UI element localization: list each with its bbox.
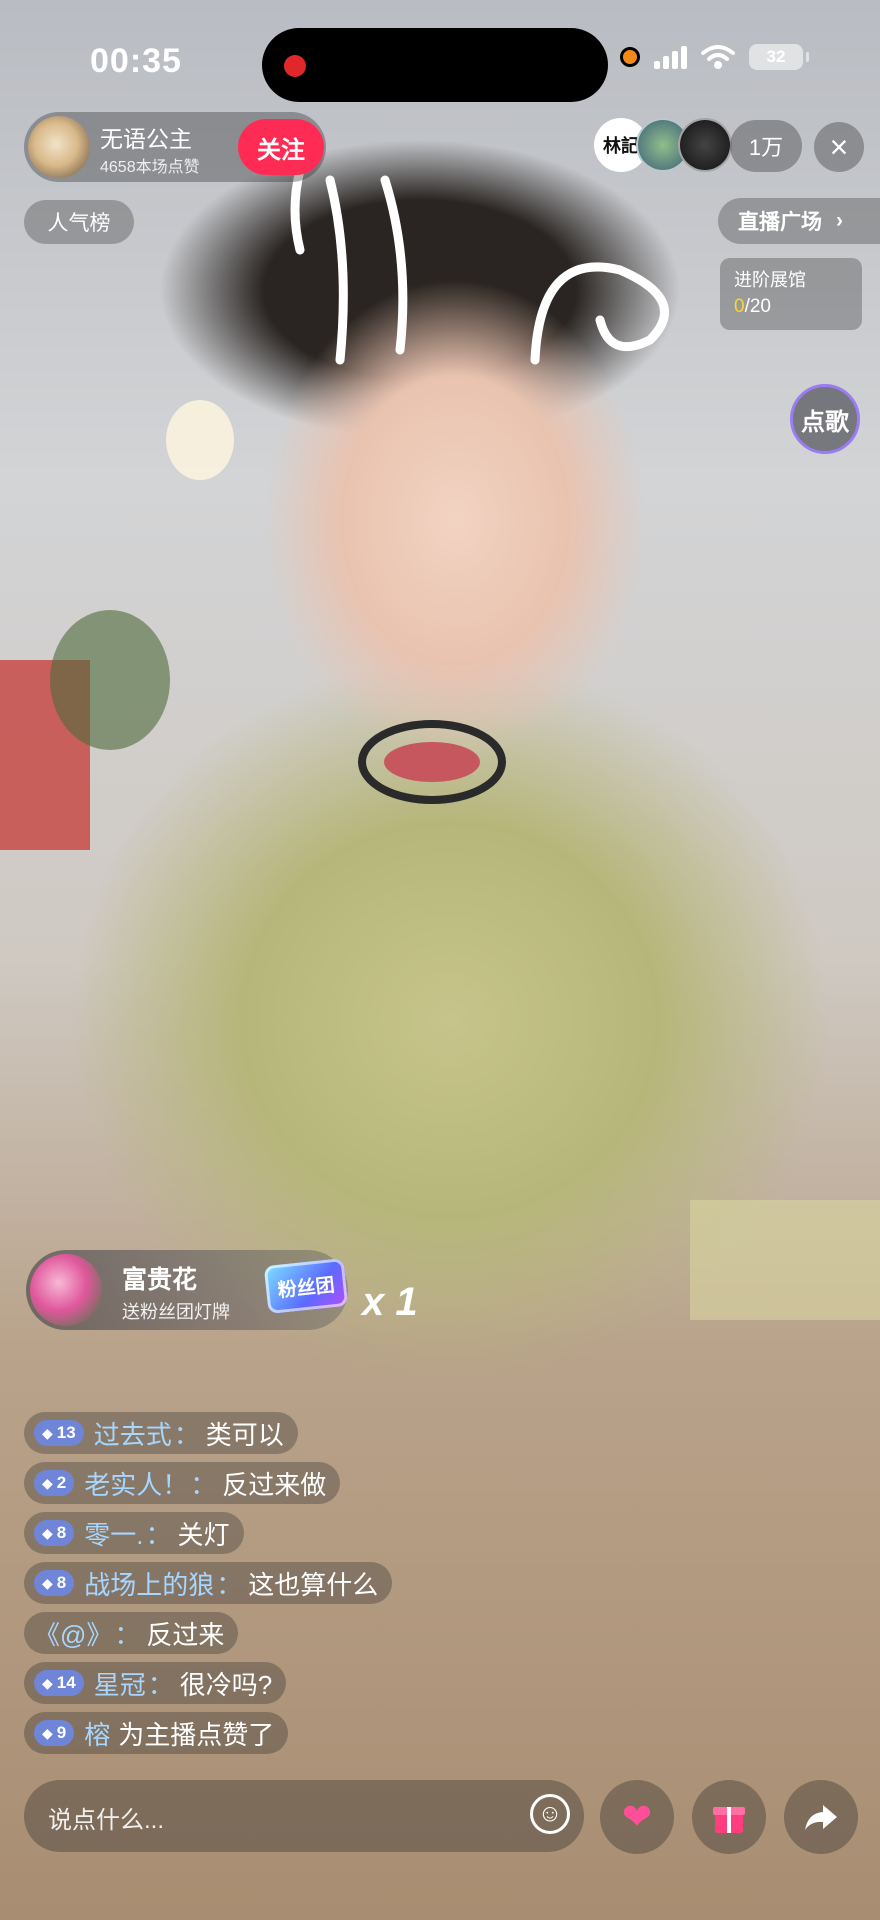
user-level-badge: ◆ 8 <box>34 1570 75 1596</box>
cellular-signal-icon <box>654 45 687 69</box>
diamond-icon: ◆ <box>42 1674 53 1691</box>
follow-button[interactable]: 关注 <box>238 119 324 175</box>
user-level-badge: ◆ 2 <box>34 1470 75 1496</box>
comment-text: 这也算什么 <box>248 1569 379 1600</box>
host-name: 无语公主 <box>100 126 192 152</box>
song-request-button[interactable]: 点歌 <box>790 384 860 454</box>
gallery-current: 0 <box>734 296 745 317</box>
comment-text: 反过来做 <box>222 1469 327 1500</box>
comment-input[interactable]: 说点什么... ☺ <box>24 1780 584 1852</box>
fan-club-badge-icon: 粉丝团 <box>263 1257 349 1315</box>
level-number: 2 <box>56 1473 67 1492</box>
comment-text: 反过来 <box>146 1619 225 1650</box>
advanced-gallery-panel[interactable]: 进阶展馆 0/20 <box>720 258 862 330</box>
close-icon[interactable]: × <box>814 122 864 172</box>
gallery-title: 进阶展馆 <box>734 270 806 290</box>
status-time: 00:35 <box>90 42 182 80</box>
comment-text: 很冷吗? <box>179 1669 273 1700</box>
comment-user[interactable]: 星冠 <box>94 1665 146 1702</box>
comment-text: 关灯 <box>177 1519 230 1550</box>
gift-sender-avatar <box>30 1254 102 1326</box>
interaction-button[interactable]: ❤ <box>600 1780 674 1854</box>
comment-separator: ： <box>190 1469 217 1500</box>
heart-planet-icon: ❤ <box>621 1796 653 1837</box>
chevron-right-icon: › <box>836 209 843 232</box>
comment-list[interactable]: ◆ 13 过去式：类可以 ◆ 2 老实人！：反过来做 ◆ 8 零一.：关灯 ◆ 8 战场… <box>24 1412 393 1762</box>
level-number: 14 <box>56 1673 76 1692</box>
gift-count: x 1 <box>362 1280 418 1324</box>
host-likes: 4658本场点赞 <box>100 159 200 176</box>
comment-text: 类可以 <box>205 1419 284 1450</box>
smile-icon[interactable]: ☺ <box>530 1794 570 1834</box>
diamond-icon: ◆ <box>42 1424 53 1441</box>
mic-indicator-icon <box>620 47 640 67</box>
comment-item[interactable]: ◆ 8 战场上的狼：这也算什么 <box>24 1562 393 1604</box>
user-level-badge: ◆ 9 <box>34 1720 75 1746</box>
live-square-button[interactable]: 直播广场 › <box>718 198 880 244</box>
level-number: 9 <box>56 1723 67 1742</box>
battery-icon: 32 <box>749 44 809 70</box>
top-viewers[interactable]: 林記 <box>594 118 732 172</box>
popularity-rank-button[interactable]: 人气榜 <box>24 200 134 244</box>
comment-item[interactable]: ◆ 2 老实人！：反过来做 <box>24 1462 341 1504</box>
comment-user[interactable]: 过去式 <box>94 1415 172 1452</box>
comment-separator: ： <box>114 1619 141 1650</box>
comment-item[interactable]: 《@》：反过来 <box>24 1612 239 1654</box>
comment-user[interactable]: 战场上的狼 <box>84 1565 214 1602</box>
comment-user[interactable]: 榕 <box>84 1715 110 1752</box>
live-stream-screen: 00:35 32 无语公主 4658本场点赞 关注 林記 1万 × 人气榜 直播… <box>0 0 880 1920</box>
level-number: 8 <box>56 1573 67 1592</box>
comment-input-placeholder: 说点什么... <box>48 1807 165 1834</box>
viewer-count[interactable]: 1万 <box>730 120 802 172</box>
diamond-icon: ◆ <box>42 1524 53 1541</box>
comment-user[interactable]: 零一. <box>84 1515 143 1552</box>
gallery-total: /20 <box>744 296 771 317</box>
comment-item[interactable]: ◆ 14 星冠：很冷吗? <box>24 1662 287 1704</box>
user-level-badge: ◆ 13 <box>34 1420 84 1446</box>
comment-separator: ： <box>216 1569 243 1600</box>
comment-item[interactable]: ◆ 8 零一.：关灯 <box>24 1512 244 1554</box>
comment-item[interactable]: ◆ 13 过去式：类可以 <box>24 1412 298 1454</box>
comment-separator: ： <box>173 1419 200 1450</box>
share-button[interactable] <box>784 1780 858 1854</box>
gift-button[interactable] <box>692 1780 766 1854</box>
comment-separator: ： <box>147 1669 174 1700</box>
diamond-icon: ◆ <box>42 1474 53 1491</box>
diamond-icon: ◆ <box>42 1724 53 1741</box>
gift-description: 送粉丝团灯牌 <box>122 1302 230 1322</box>
live-square-label: 直播广场 <box>738 211 822 234</box>
comment-item[interactable]: ◆ 9 榕 为主播点赞了 <box>24 1712 289 1754</box>
user-level-badge: ◆ 14 <box>34 1670 84 1696</box>
comment-separator: ： <box>145 1519 172 1550</box>
host-avatar[interactable] <box>28 116 90 178</box>
gift-icon <box>713 1807 745 1833</box>
level-number: 13 <box>56 1423 76 1442</box>
dynamic-island <box>262 28 608 102</box>
gift-sender-name: 富贵花 <box>122 1266 198 1294</box>
comment-user[interactable]: 老实人！ <box>84 1465 188 1502</box>
wifi-icon <box>701 45 735 69</box>
recording-indicator-icon <box>284 55 306 77</box>
level-number: 8 <box>56 1523 67 1542</box>
comment-text: 为主播点赞了 <box>118 1719 275 1750</box>
viewer-avatar[interactable] <box>678 118 732 172</box>
comment-user[interactable]: 《@》 <box>34 1615 112 1652</box>
user-level-badge: ◆ 8 <box>34 1520 75 1546</box>
gallery-progress: 0/20 <box>734 296 848 318</box>
status-icons: 32 <box>620 44 809 70</box>
share-arrow-icon <box>805 1805 837 1830</box>
diamond-icon: ◆ <box>42 1574 53 1591</box>
